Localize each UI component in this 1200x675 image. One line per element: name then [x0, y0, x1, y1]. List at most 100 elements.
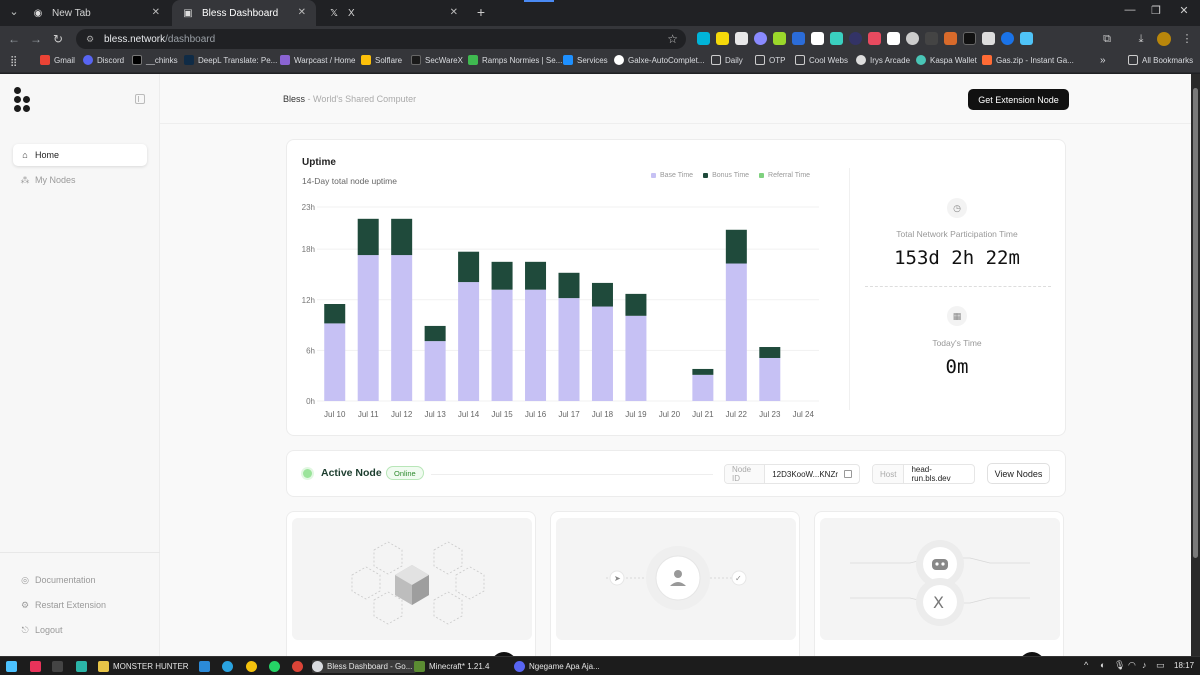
- extension-icon[interactable]: [792, 32, 805, 45]
- extensions-puzzle-icon[interactable]: ⧉: [1100, 32, 1114, 46]
- bookmark-galxe[interactable]: Galxe-AutoComplet...: [614, 55, 704, 65]
- x-tick-label: Jul 21: [692, 410, 714, 419]
- bless-logo[interactable]: [14, 87, 32, 113]
- social-illustration: X: [850, 540, 1030, 626]
- taskbar-clock[interactable]: 18:17: [1174, 661, 1194, 670]
- window-close-icon[interactable]: ✕: [1176, 4, 1192, 17]
- new-tab-button[interactable]: +: [474, 4, 488, 20]
- all-bookmarks[interactable]: All Bookmarks: [1128, 55, 1193, 65]
- avatar[interactable]: [1157, 32, 1171, 46]
- chrome-icon: [292, 661, 303, 672]
- bookmark-folder-cool-webs[interactable]: Cool Webs: [795, 55, 848, 65]
- bookmarks-overflow-icon[interactable]: »: [1100, 55, 1106, 66]
- taskbar-monster-hunter[interactable]: MONSTER HUNTER: [98, 660, 189, 673]
- taskbar-vscode[interactable]: [199, 660, 214, 673]
- bookmark-folder-otp[interactable]: OTP: [755, 55, 785, 65]
- site-info-icon[interactable]: ⚙: [86, 34, 96, 44]
- extension-icon[interactable]: [697, 32, 710, 45]
- back-icon[interactable]: ←: [6, 31, 22, 47]
- feature-card-referral[interactable]: ➤ ✓: [550, 511, 800, 656]
- bar-bonus-time: [391, 218, 413, 256]
- sidebar-item-logout[interactable]: ⎋ Logout: [13, 619, 147, 641]
- extension-icon[interactable]: [754, 32, 767, 45]
- bookmark-folder-daily[interactable]: Daily: [711, 55, 743, 65]
- tray-app-icon[interactable]: ◐: [1100, 660, 1105, 670]
- extension-icon[interactable]: [963, 32, 976, 45]
- taskbar-app[interactable]: [52, 660, 67, 673]
- extension-icon[interactable]: [811, 32, 824, 45]
- maximize-icon[interactable]: ❐: [1148, 4, 1164, 17]
- scrollbar-thumb[interactable]: [1193, 88, 1198, 558]
- taskbar-discord[interactable]: Ngegame Apa Aja...: [514, 660, 600, 673]
- wifi-icon[interactable]: ◠: [1128, 660, 1136, 671]
- extension-icon[interactable]: [773, 32, 786, 45]
- extension-icon[interactable]: [982, 32, 995, 45]
- extension-icon[interactable]: [868, 32, 881, 45]
- apps-grid-icon[interactable]: ⣿: [10, 56, 17, 67]
- sidebar-item-documentation[interactable]: ◎ Documentation: [13, 569, 147, 591]
- extension-icon[interactable]: [1020, 32, 1033, 45]
- copy-icon[interactable]: [844, 470, 852, 478]
- address-bar[interactable]: ⚙ bless.network/dashboard ☆: [76, 29, 686, 49]
- close-icon[interactable]: ✕: [450, 7, 458, 18]
- volume-icon[interactable]: ♪: [1142, 660, 1147, 670]
- microphone-icon[interactable]: 🎙: [1114, 660, 1125, 671]
- extension-icon[interactable]: [887, 32, 900, 45]
- view-nodes-button[interactable]: View Nodes: [987, 463, 1050, 484]
- get-extension-node-button[interactable]: Get Extension Node: [968, 89, 1069, 110]
- sidebar-collapse-icon[interactable]: [135, 94, 145, 104]
- extension-icon[interactable]: [906, 32, 919, 45]
- tab-search-icon[interactable]: ⌄: [6, 4, 22, 20]
- windows-start-icon[interactable]: [6, 660, 21, 673]
- bar-bonus-time: [725, 229, 747, 264]
- close-icon[interactable]: ✕: [152, 7, 160, 18]
- bookmark-services[interactable]: Services: [563, 55, 608, 65]
- taskbar-whatsapp[interactable]: [269, 660, 284, 673]
- extension-icon[interactable]: [1001, 32, 1014, 45]
- tab-x[interactable]: 𝕏 X ✕: [318, 0, 468, 26]
- extension-icon[interactable]: [716, 32, 729, 45]
- bookmark-kaspa-wallet[interactable]: Kaspa Wallet: [916, 55, 977, 65]
- tab-new-tab[interactable]: ◉ New Tab ✕: [22, 0, 170, 26]
- taskbar-app[interactable]: [30, 660, 45, 673]
- sidebar-item-label: Logout: [35, 625, 63, 635]
- bookmark-star-icon[interactable]: ☆: [667, 32, 678, 46]
- extension-icon[interactable]: [735, 32, 748, 45]
- taskbar-bless-dashboard[interactable]: Bless Dashboard - Go...: [312, 660, 417, 673]
- download-icon[interactable]: ⤓: [1134, 32, 1148, 46]
- bookmark-secwarex[interactable]: SecWareX: [411, 55, 463, 65]
- bookmark-ramps[interactable]: Ramps Normies | Se...: [468, 55, 562, 65]
- bookmark-discord[interactable]: Discord: [83, 55, 124, 65]
- bookmark-deepl[interactable]: DeepL Translate: Pe...: [184, 55, 277, 65]
- bookmark-warpcast[interactable]: Warpcast / Home: [280, 55, 356, 65]
- bookmark-chinks[interactable]: __chinks: [132, 55, 178, 65]
- feature-card-social[interactable]: X: [814, 511, 1064, 656]
- taskbar-chrome-2[interactable]: [292, 660, 307, 673]
- taskbar-app[interactable]: [76, 660, 91, 673]
- reload-icon[interactable]: ↻: [50, 31, 66, 47]
- extension-icon[interactable]: [944, 32, 957, 45]
- tray-chevron-icon[interactable]: ^: [1084, 660, 1088, 670]
- sidebar-item-home[interactable]: ⌂ Home: [13, 144, 147, 166]
- extension-icon[interactable]: [925, 32, 938, 45]
- page-scrollbar[interactable]: [1191, 74, 1200, 656]
- sidebar-item-my-nodes[interactable]: ⁂ My Nodes: [13, 169, 147, 191]
- tab-bless-dashboard[interactable]: ▣ Bless Dashboard ✕: [172, 0, 316, 26]
- bookmark-solflare[interactable]: Solflare: [361, 55, 402, 65]
- battery-icon[interactable]: ▭: [1156, 660, 1165, 671]
- bookmark-irys-arcade[interactable]: Irys Arcade: [856, 55, 910, 65]
- sidebar-item-label: Documentation: [35, 575, 96, 585]
- minimize-icon[interactable]: —: [1122, 4, 1138, 16]
- taskbar-minecraft[interactable]: Minecraft* 1.21.4: [414, 660, 489, 673]
- taskbar-chrome[interactable]: [246, 660, 261, 673]
- extension-icon[interactable]: [830, 32, 843, 45]
- forward-icon[interactable]: →: [28, 31, 44, 47]
- close-icon[interactable]: ✕: [298, 7, 306, 18]
- bookmark-gaszip[interactable]: Gas.zip - Instant Ga...: [982, 55, 1074, 65]
- extension-icon[interactable]: [849, 32, 862, 45]
- bookmark-gmail[interactable]: Gmail: [40, 55, 75, 65]
- sidebar-item-restart-extension[interactable]: ⚙ Restart Extension: [13, 594, 147, 616]
- taskbar-telegram[interactable]: [222, 660, 237, 673]
- feature-card-nodes[interactable]: [286, 511, 536, 656]
- menu-dots-icon[interactable]: ⋮: [1180, 32, 1194, 46]
